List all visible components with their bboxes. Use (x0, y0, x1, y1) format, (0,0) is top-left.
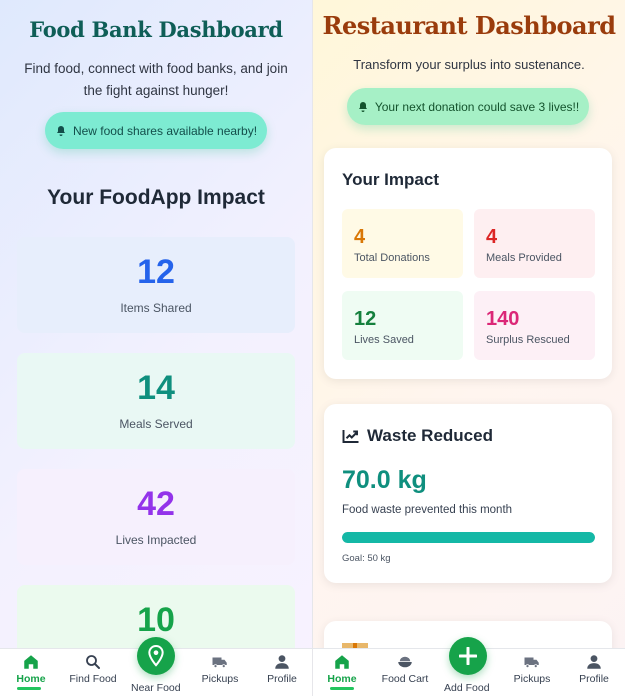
add-food-button[interactable] (449, 637, 487, 675)
waste-value: 70.0 kg (342, 466, 427, 494)
notification-text: Your next donation could save 3 lives!! (374, 99, 580, 114)
impact-card: Your Impact 4 Total Donations 4 Meals Pr… (324, 148, 612, 379)
stat-label: Meals Served (119, 417, 193, 431)
tile-lives-saved: 12 Lives Saved (342, 291, 463, 360)
nav-item-pickups[interactable]: Pickups (199, 649, 241, 696)
home-icon (24, 655, 38, 669)
truck-icon (212, 657, 227, 668)
tile-label: Surplus Rescued (486, 334, 570, 346)
nav-item-pickups[interactable]: Pickups (511, 649, 553, 696)
restaurant-screen: Restaurant Dashboard Transform your surp… (313, 0, 625, 696)
nav-label: Home (327, 673, 357, 685)
stat-value: 12 (137, 253, 175, 291)
plus-icon (459, 647, 477, 665)
stat-card-items-shared: 12 Items Shared (17, 237, 295, 333)
user-icon (587, 655, 601, 669)
nav-label: Profile (579, 673, 609, 685)
nav-item-profile[interactable]: Profile (576, 649, 612, 696)
active-indicator (17, 687, 41, 690)
waste-description: Food waste prevented this month (342, 504, 513, 516)
food-bowl-icon (398, 656, 412, 668)
stat-card-meals-served: 14 Meals Served (17, 353, 295, 449)
nav-label: Pickups (201, 673, 239, 685)
truck-icon (524, 657, 539, 668)
nav-label: Home (16, 673, 46, 685)
near-food-button[interactable] (137, 637, 175, 675)
stat-value: 14 (137, 369, 175, 407)
waste-goal: Goal: 50 kg (342, 553, 391, 564)
page-title: Food Bank Dashboard (29, 17, 283, 42)
nav-item-profile[interactable]: Profile (264, 649, 300, 696)
progress-fill (342, 532, 595, 543)
page-title: Restaurant Dashboard (322, 11, 617, 40)
tile-total-donations: 4 Total Donations (342, 209, 463, 278)
progress-bar (342, 532, 595, 543)
tile-label: Meals Provided (486, 252, 562, 264)
notification-pill[interactable]: Your next donation could save 3 lives!! (347, 88, 589, 125)
active-indicator (330, 687, 354, 690)
waste-reduced-card: Waste Reduced 70.0 kg Food waste prevent… (324, 404, 612, 583)
nav-label-add-food[interactable]: Add Food (444, 682, 490, 694)
location-pin-icon (148, 645, 164, 667)
card-title-text: Waste Reduced (367, 426, 493, 445)
tile-meals-provided: 4 Meals Provided (474, 209, 595, 278)
stat-label: Lives Impacted (115, 533, 197, 547)
nav-label-near-food[interactable]: Near Food (131, 682, 181, 694)
page-subtitle: Find food, connect with food banks, and … (24, 61, 288, 98)
tile-value: 12 (354, 308, 377, 330)
card-title: Your Impact (342, 170, 439, 189)
nav-label: Food Cart (381, 673, 429, 685)
tile-label: Lives Saved (354, 334, 414, 346)
stat-value: 10 (137, 601, 175, 639)
bottom-nav: Home Find Food Near Food Pickups Profile (0, 637, 312, 696)
stat-value: 42 (137, 485, 175, 523)
tile-value: 4 (354, 226, 366, 248)
food-bank-screen: Food Bank Dashboard Find food, connect w… (0, 0, 312, 696)
bottom-nav: Home Food Cart Add Food Pickups Profile (313, 637, 625, 696)
tile-surplus-rescued: 140 Surplus Rescued (474, 291, 595, 360)
nav-item-food-cart[interactable]: Food Cart (379, 649, 431, 696)
impact-heading: Your FoodApp Impact (47, 186, 265, 209)
search-icon (86, 655, 100, 669)
stat-label: Items Shared (120, 301, 192, 315)
tile-value: 140 (486, 308, 520, 330)
page-subtitle: Transform your surplus into sustenance. (353, 57, 585, 72)
home-icon (335, 655, 349, 669)
nav-label: Find Food (69, 673, 117, 685)
nav-label: Profile (267, 673, 297, 685)
user-icon (275, 655, 289, 669)
card-title: Waste Reduced (342, 426, 493, 446)
bell-icon (358, 101, 367, 112)
bell-icon (56, 125, 65, 136)
tile-value: 4 (486, 226, 498, 248)
tile-label: Total Donations (354, 252, 430, 264)
trend-up-icon (342, 430, 359, 443)
nav-item-find-food[interactable]: Find Food (66, 649, 120, 696)
nav-label: Pickups (513, 673, 551, 685)
stat-card-lives-impacted: 42 Lives Impacted (17, 469, 295, 565)
notification-text: New food shares available nearby! (72, 123, 258, 138)
notification-pill[interactable]: New food shares available nearby! (45, 112, 267, 149)
